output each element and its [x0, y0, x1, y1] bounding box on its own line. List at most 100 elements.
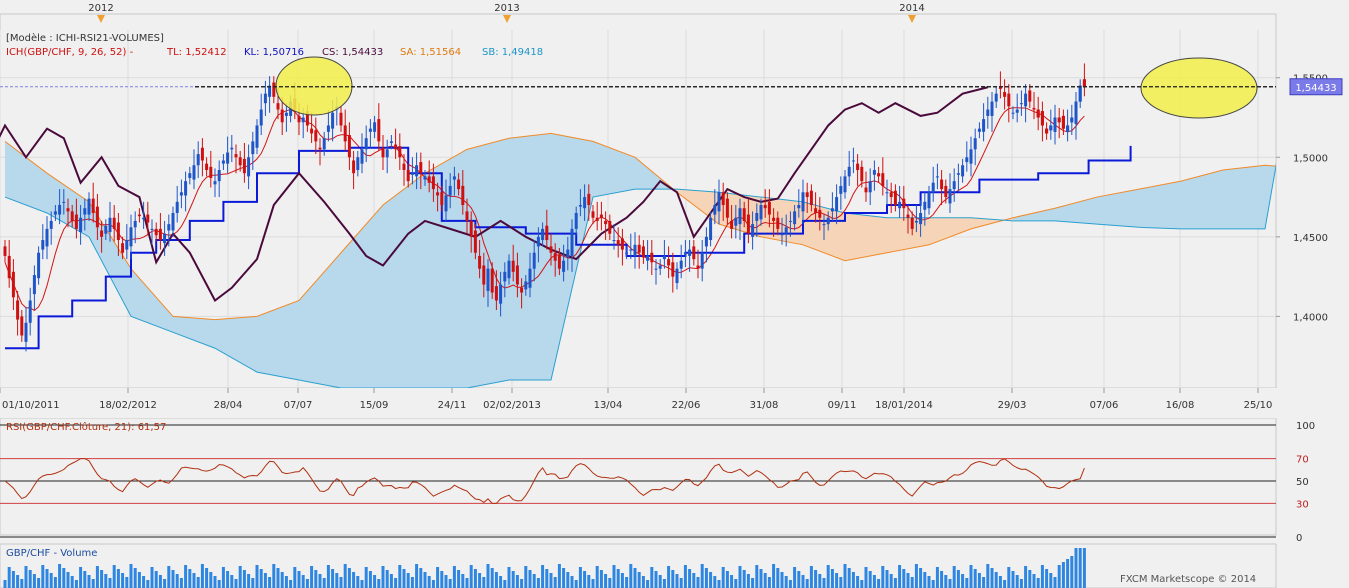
volume-bar — [885, 570, 889, 588]
candle-up — [919, 212, 923, 225]
rsi-axis-label: 70 — [1296, 455, 1309, 466]
candle-up — [226, 152, 230, 164]
volume-bar — [864, 567, 868, 588]
rsi-legend: RSI(GBP/CHF.Clôture, 21): 61,57 — [6, 421, 166, 433]
volume-bar — [200, 564, 204, 588]
candle-up — [452, 176, 456, 180]
candle-up — [532, 252, 536, 269]
candle-up — [444, 195, 448, 212]
candle-up — [994, 93, 998, 102]
date-label: 18/02/2012 — [99, 400, 157, 411]
volume-bar — [646, 580, 650, 588]
volume-bar — [179, 578, 183, 588]
volume-bar — [310, 566, 314, 588]
volume-bar — [188, 569, 192, 588]
volume-bar — [385, 570, 389, 588]
candle-down — [591, 211, 595, 218]
volume-bar — [486, 564, 490, 588]
volume-bar — [230, 575, 234, 588]
volume-bar — [616, 569, 620, 588]
volume-bar — [780, 572, 784, 588]
volume-bar — [738, 566, 742, 588]
candle-down — [1007, 93, 1011, 107]
volume-bar — [11, 571, 15, 588]
volume-bar — [818, 574, 822, 588]
volume-bar — [835, 573, 839, 588]
candle-up — [935, 176, 939, 178]
candle-down — [595, 217, 599, 221]
candle-up — [356, 157, 360, 171]
candle-down — [671, 262, 675, 277]
candle-up — [826, 217, 830, 225]
candle-down — [494, 286, 498, 301]
volume-bar — [977, 573, 981, 588]
candle-down — [805, 192, 809, 198]
volume-bar — [511, 571, 515, 588]
volume-bar — [952, 566, 956, 588]
candle-down — [158, 228, 162, 241]
volume-bar — [297, 571, 301, 588]
candle-down — [608, 220, 612, 234]
candle-down — [616, 240, 620, 245]
volume-bar — [654, 571, 658, 588]
candle-up — [629, 249, 633, 251]
volume-bar — [121, 573, 125, 588]
volume-bar — [889, 574, 893, 588]
volume-bar — [16, 575, 20, 588]
volume-bar — [1028, 570, 1032, 588]
candle-down — [767, 201, 771, 215]
candle-up — [410, 173, 414, 175]
volume-bar — [1024, 566, 1028, 588]
volume-bar — [524, 566, 528, 588]
candle-down — [419, 162, 423, 174]
candle-up — [385, 149, 389, 158]
volume-bar — [801, 575, 805, 588]
date-label: 25/10 — [1244, 400, 1273, 411]
date-label: 09/11 — [828, 400, 857, 411]
candle-up — [129, 227, 133, 247]
volume-bar — [969, 565, 973, 588]
volume-bar — [881, 566, 885, 588]
volume-bar — [755, 565, 759, 588]
candle-down — [864, 187, 868, 193]
volume-bar — [532, 574, 536, 588]
candle-up — [885, 192, 889, 194]
candle-down — [394, 144, 398, 150]
candle-down — [465, 211, 469, 221]
volume-bar — [553, 577, 557, 588]
highlight-ellipse-left — [275, 56, 353, 116]
candle-down — [427, 176, 431, 183]
volume-bar — [452, 566, 456, 588]
candle-up — [759, 205, 763, 220]
date-label: 15/09 — [360, 400, 389, 411]
candle-up — [566, 249, 570, 258]
volume-bar — [839, 577, 843, 588]
candle-up — [415, 165, 419, 177]
volume-bar — [725, 571, 729, 588]
volume-bar — [259, 569, 263, 588]
volume-bar — [167, 566, 171, 588]
volume-bar — [637, 572, 641, 588]
candle-up — [268, 85, 272, 97]
date-label: 28/04 — [214, 400, 243, 411]
volume-bar — [751, 578, 755, 588]
candle-up — [259, 109, 263, 126]
volume-bar — [364, 567, 368, 588]
volume-bar — [629, 564, 633, 588]
volume-bar — [238, 566, 242, 588]
candle-up — [973, 138, 977, 150]
volume-bar — [247, 574, 251, 588]
candle-down — [20, 316, 24, 336]
date-label: 22/06 — [672, 400, 701, 411]
volume-bar — [633, 568, 637, 588]
volume-bar — [326, 565, 330, 588]
candle-up — [1019, 103, 1023, 105]
candle-up — [322, 138, 326, 150]
volume-bar — [133, 568, 137, 588]
candle-down — [238, 157, 242, 166]
volume-bar — [906, 573, 910, 588]
candle-down — [402, 163, 406, 171]
volume-bar — [45, 569, 49, 588]
volume-bar — [318, 574, 322, 588]
volume-bar — [868, 571, 872, 588]
